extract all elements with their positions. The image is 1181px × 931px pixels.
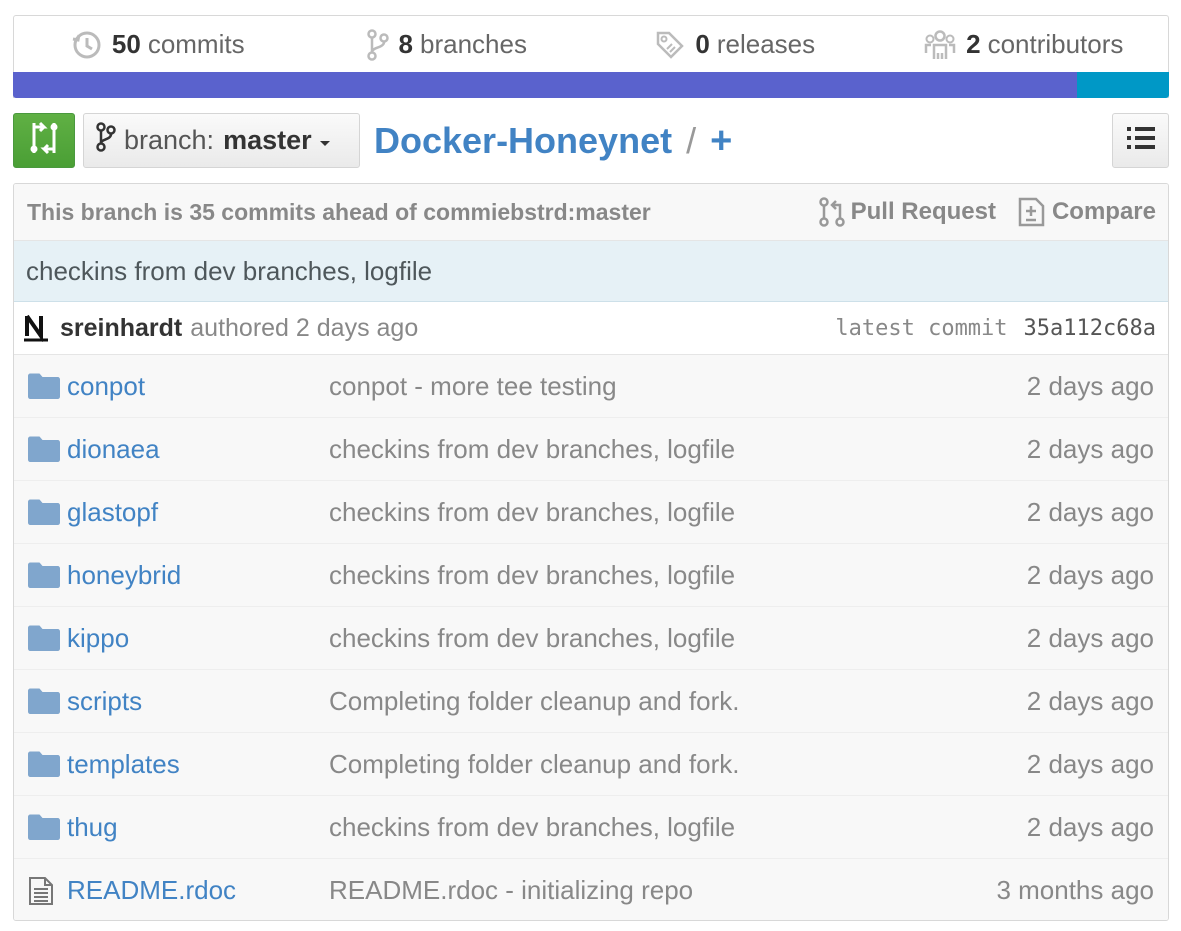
latest-commit-sha: latest commit 35a112c68a [835,316,1156,341]
file-name-link[interactable]: dionaea [67,434,329,465]
compare-review-button[interactable] [13,113,75,168]
releases-count: 0 [695,29,710,59]
compare-link[interactable]: Compare [1018,197,1156,227]
table-row: honeybrid checkins from dev branches, log… [14,544,1168,607]
file-age: 2 days ago [1026,811,1154,842]
table-row: scripts Completing folder cleanup and for… [14,670,1168,733]
branch-selector[interactable]: branch: master [83,113,360,168]
file-commit-message[interactable]: checkins from dev branches, logfile [329,497,1027,528]
file-commit-message[interactable]: Completing folder cleanup and fork. [329,749,1027,780]
commit-message-text: checkins from dev branches, logfile [26,255,433,286]
git-pull-request-icon [818,197,845,227]
file-directory-icon [28,562,60,588]
contributors-stat[interactable]: 2 contributors [880,29,1169,61]
commits-count: 50 [111,29,141,59]
file-age: 2 days ago [1026,748,1154,779]
commits-label: commits [147,29,245,59]
git-branch-icon [96,122,116,159]
language-bar[interactable] [13,72,1169,98]
language-bar-segment[interactable] [13,72,1077,98]
latest-commit-meta: sreinhardt authored 2 days ago latest co… [14,302,1168,355]
file-directory-icon [28,373,60,399]
file-name-link[interactable]: thug [67,812,329,843]
file-name-link[interactable]: kippo [67,623,329,654]
branches-stat[interactable]: 8 branches [303,28,592,61]
chevron-down-icon [319,141,330,146]
diff-icon [1018,197,1046,227]
commit-author[interactable]: sreinhardt [60,314,182,343]
file-directory-icon [28,814,60,840]
sha-label: latest commit [835,315,1008,341]
table-row: glastopf checkins from dev branches, logf… [14,481,1168,544]
file-commit-message[interactable]: Completing folder cleanup and fork. [329,686,1027,717]
contributors-count: 2 [966,29,981,59]
history-icon [72,30,102,60]
branches-count: 8 [398,29,413,59]
file-directory-icon [28,436,60,462]
contributors-label: contributors [987,29,1124,59]
repo-name-link[interactable]: Docker-Honeynet [374,120,672,162]
organization-icon [924,29,956,61]
list-unordered-icon [1126,126,1155,155]
file-age: 2 days ago [1026,370,1154,401]
file-directory-icon [28,751,60,777]
branch-status-bar: This branch is 35 commits ahead of commi… [14,184,1168,241]
pull-request-link[interactable]: Pull Request [818,197,996,227]
git-compare-icon [29,121,59,160]
file-age: 2 days ago [1026,685,1154,716]
file-commit-message[interactable]: conpot - more tee testing [329,371,1027,402]
compare-label: Compare [1051,198,1156,225]
table-row: conpot conpot - more tee testing 2 days ag… [14,355,1168,418]
file-name-link[interactable]: scripts [67,686,329,717]
file-age: 2 days ago [1026,559,1154,590]
table-row: templates Completing folder cleanup and f… [14,733,1168,796]
branches-label: branches [420,29,527,59]
commits-stat[interactable]: 50 commits [14,29,303,60]
file-name-link[interactable]: README.rdoc [67,875,329,906]
table-row: thug checkins from dev branches, logfile 2… [14,796,1168,859]
pull-request-label: Pull Request [850,198,996,225]
repo-stats: 50 commits 8 branches 0 releases 2 contr… [13,15,1169,98]
table-row: kippo checkins from dev branches, logfile… [14,607,1168,670]
file-commit-message[interactable]: checkins from dev branches, logfile [329,560,1027,591]
releases-stat[interactable]: 0 releases [591,29,880,60]
file-age: 2 days ago [1026,433,1154,464]
file-directory-icon [28,499,60,525]
language-bar-segment[interactable] [1076,72,1169,98]
branch-ahead-message: This branch is 35 commits ahead of commi… [27,198,651,225]
file-commit-message[interactable]: checkins from dev branches, logfile [329,434,1027,465]
latest-commit-message[interactable]: checkins from dev branches, logfile [14,241,1168,302]
file-age: 3 months ago [996,875,1154,905]
breadcrumb-separator: / [686,120,697,161]
add-file-button[interactable]: + [710,120,732,163]
file-navigation: This branch is 35 commits ahead of commi… [13,183,1169,921]
avatar[interactable] [24,314,48,342]
file-list: conpot conpot - more tee testing 2 days ag… [14,355,1168,920]
table-row: dionaea checkins from dev branches, logfi… [14,418,1168,481]
list-view-button[interactable] [1112,113,1169,168]
file-age: 2 days ago [1026,496,1154,527]
file-directory-icon [28,625,60,651]
sha-link[interactable]: 35a112c68a [1024,316,1156,341]
branch-prefix: branch: [124,125,215,155]
file-name-link[interactable]: honeybrid [67,560,329,591]
branch-name: master [223,125,312,155]
file-commit-message[interactable]: README.rdoc - initializing repo [329,875,996,906]
table-row: README.rdoc README.rdoc - initializing re… [14,859,1168,920]
file-name-link[interactable]: templates [67,749,329,780]
file-text-icon [28,876,60,906]
tag-icon [655,30,685,60]
commit-authored-time: authored 2 days ago [190,313,419,342]
releases-label: releases [716,29,816,59]
breadcrumb: Docker-Honeynet / + [374,116,732,166]
file-age: 2 days ago [1026,622,1154,653]
file-name-link[interactable]: conpot [67,371,329,402]
git-branch-icon [366,28,389,61]
file-commit-message[interactable]: checkins from dev branches, logfile [329,623,1027,654]
file-directory-icon [28,688,60,714]
file-commit-message[interactable]: checkins from dev branches, logfile [329,812,1027,843]
file-name-link[interactable]: glastopf [67,497,329,528]
